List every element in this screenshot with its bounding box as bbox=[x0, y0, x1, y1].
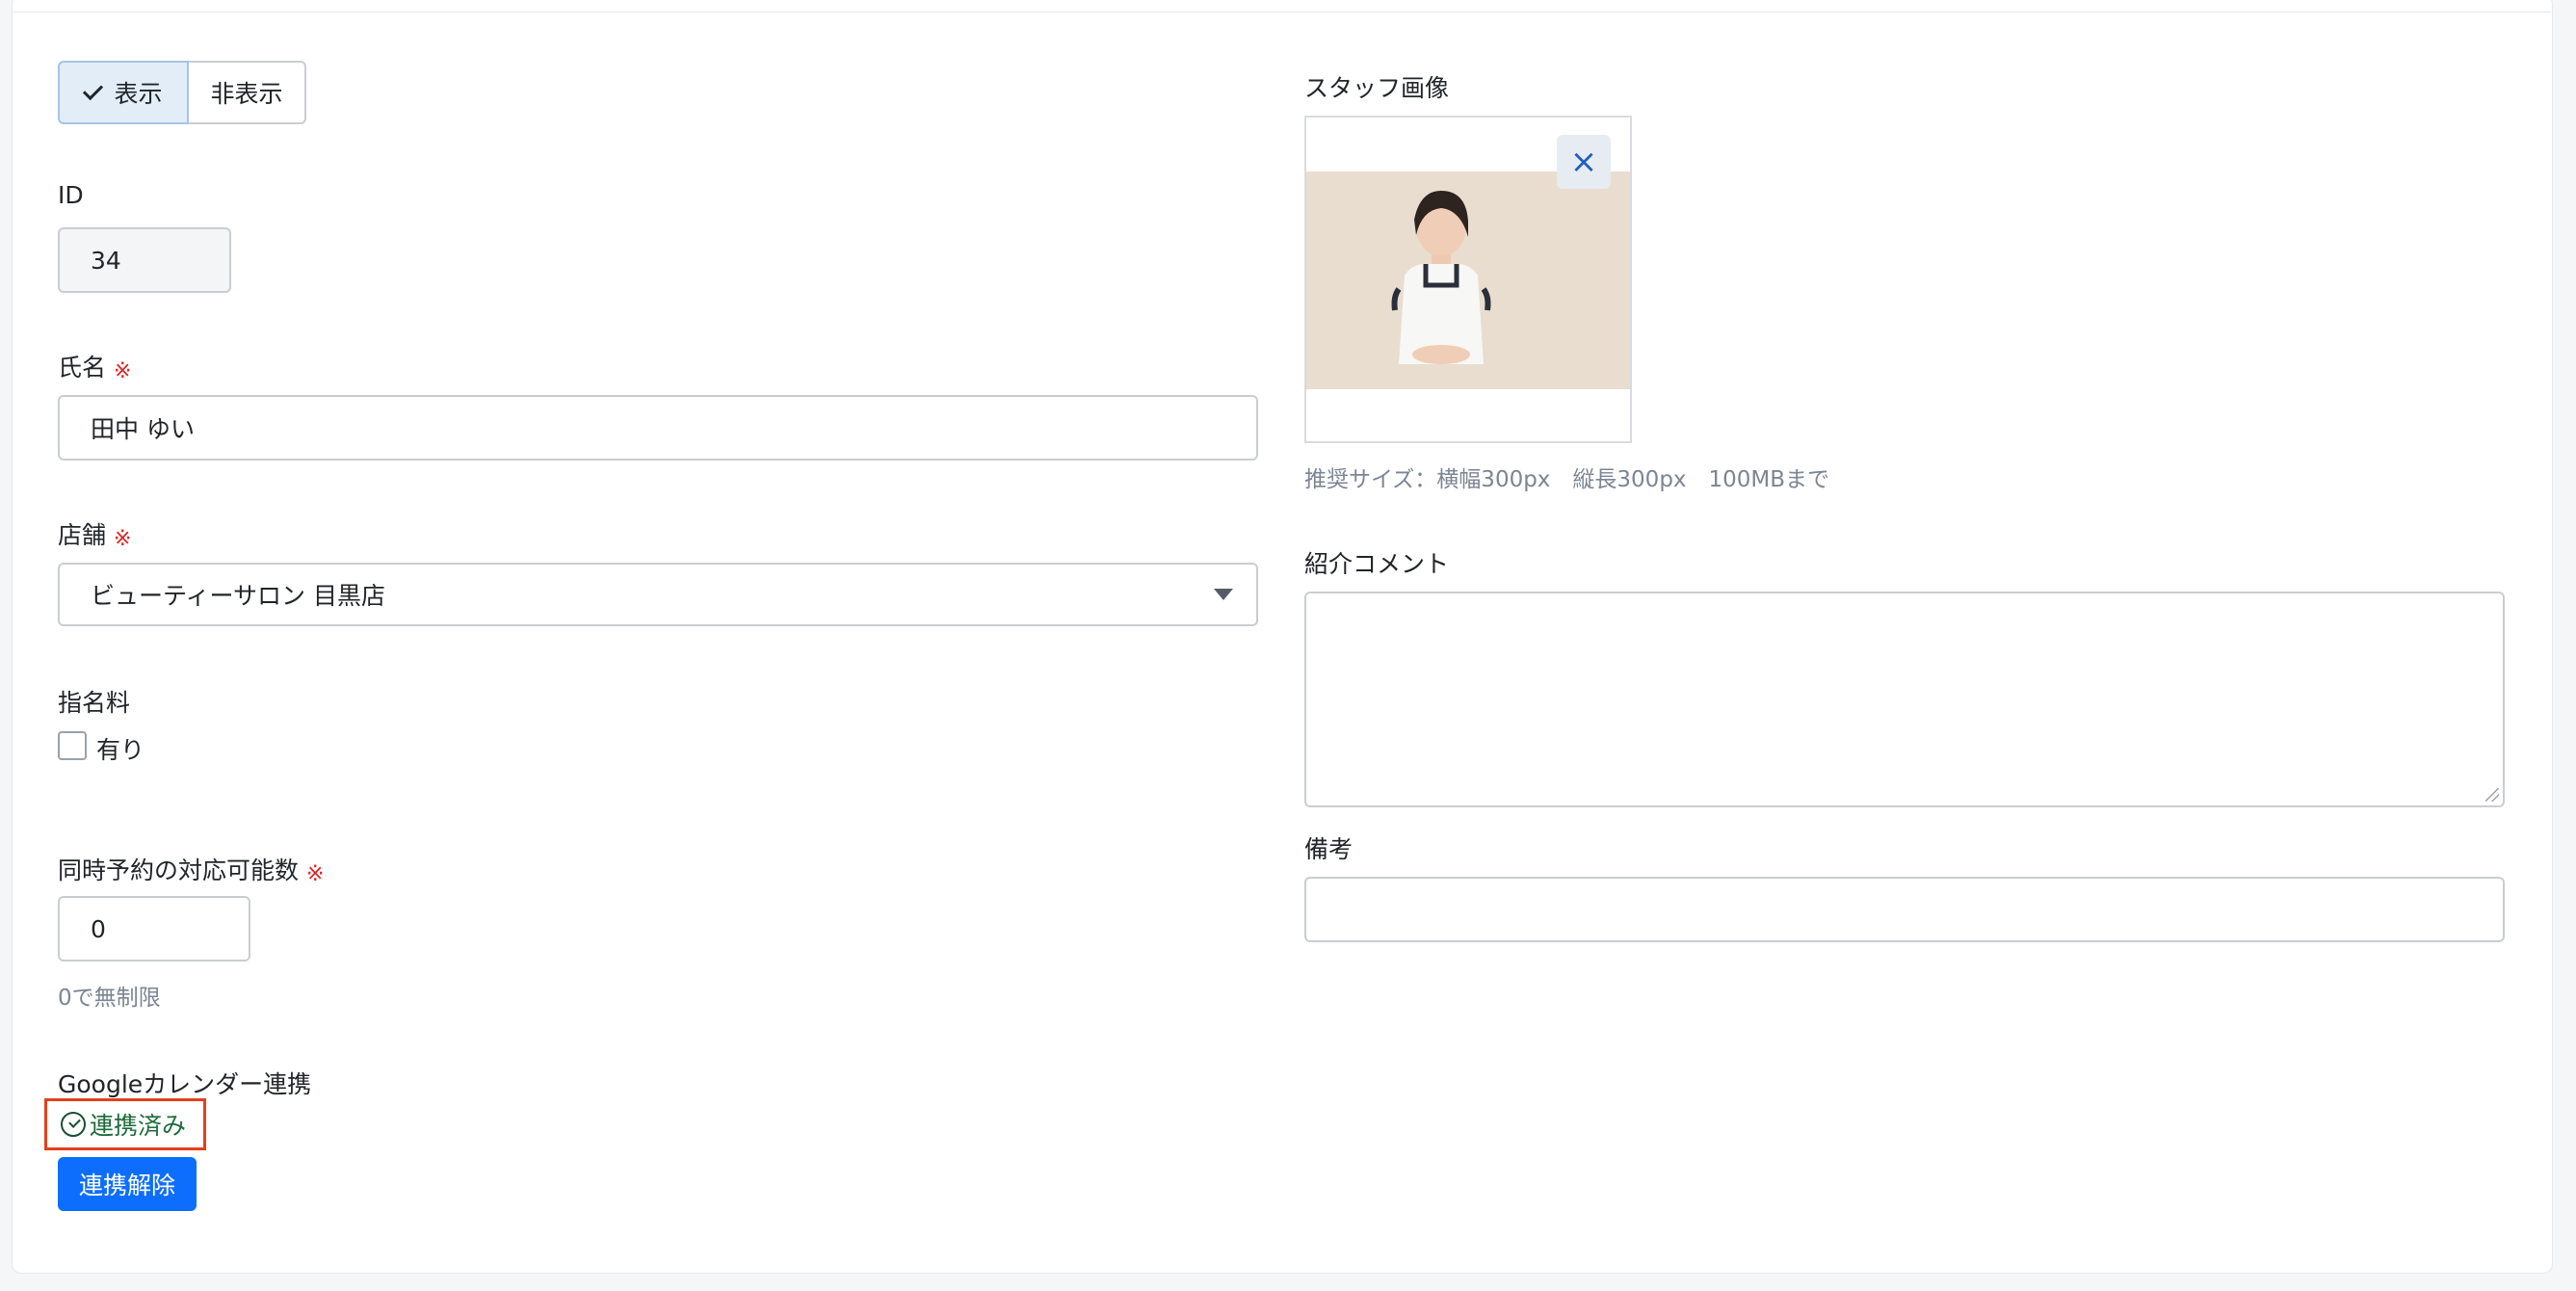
store-value: ビューティーサロン 目黒店 bbox=[91, 582, 385, 610]
required-mark: ※ bbox=[114, 527, 132, 551]
name-label: 氏名 ※ bbox=[58, 354, 132, 383]
note-label: 備考 bbox=[1304, 835, 1354, 863]
hide-button[interactable]: 非表示 bbox=[189, 61, 306, 124]
id-label: ID bbox=[58, 181, 84, 209]
visibility-toggle: 表示 非表示 bbox=[58, 61, 306, 124]
check-circle-icon bbox=[61, 1112, 86, 1137]
resize-handle-icon[interactable] bbox=[2485, 788, 2499, 802]
chevron-down-icon bbox=[1214, 589, 1233, 600]
concurrent-value: 0 bbox=[91, 914, 106, 943]
linked-status-text: 連携済み bbox=[90, 1112, 187, 1140]
required-mark: ※ bbox=[114, 359, 132, 383]
show-label: 表示 bbox=[114, 80, 163, 108]
store-label: 店舗 ※ bbox=[58, 521, 132, 551]
name-field[interactable]: 田中 ゆい bbox=[58, 395, 1258, 461]
concurrent-field[interactable]: 0 bbox=[58, 896, 250, 962]
id-value: 34 bbox=[91, 246, 121, 275]
hide-label: 非表示 bbox=[210, 80, 283, 108]
staff-image[interactable]: × bbox=[1304, 116, 1632, 443]
close-icon[interactable]: × bbox=[1557, 135, 1611, 189]
nomination-fee-label: 指名料 bbox=[58, 689, 131, 717]
divider bbox=[12, 12, 2551, 13]
linked-status: 連携済み bbox=[44, 1098, 206, 1150]
note-field[interactable] bbox=[1304, 877, 2505, 942]
nomination-fee-checkbox[interactable] bbox=[58, 731, 87, 760]
nomination-fee-checkbox-label[interactable]: 有り bbox=[96, 731, 145, 766]
concurrent-help: 0で無制限 bbox=[58, 986, 161, 1011]
staff-photo bbox=[1306, 171, 1630, 389]
show-button[interactable]: 表示 bbox=[58, 61, 189, 124]
intro-comment-label: 紹介コメント bbox=[1304, 550, 1450, 578]
unlink-button[interactable]: 連携解除 bbox=[58, 1157, 197, 1211]
staff-image-label: スタッフ画像 bbox=[1304, 74, 1450, 102]
required-mark: ※ bbox=[306, 862, 325, 886]
google-calendar-label: Googleカレンダー連携 bbox=[58, 1070, 312, 1098]
intro-comment-field[interactable] bbox=[1304, 592, 2505, 807]
store-select[interactable]: ビューティーサロン 目黒店 bbox=[58, 563, 1258, 626]
concurrent-label: 同時予約の対応可能数 ※ bbox=[58, 856, 325, 886]
staff-image-help: 推奨サイズ：横幅300px 縦長300px 100MBまで bbox=[1304, 467, 1830, 492]
name-value: 田中 ゆい bbox=[91, 415, 195, 443]
id-field[interactable]: 34 bbox=[58, 227, 231, 293]
check-icon bbox=[83, 79, 104, 100]
